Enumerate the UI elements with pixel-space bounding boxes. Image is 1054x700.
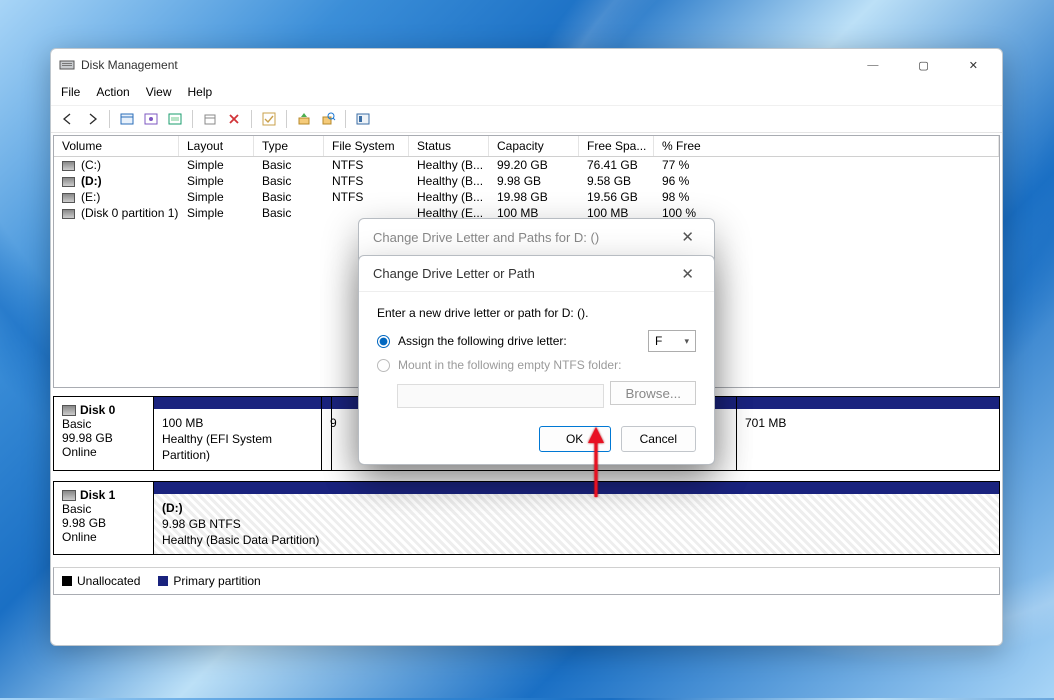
radio-assign-label: Assign the following drive letter:: [398, 334, 567, 348]
legend-primary: Primary partition: [173, 574, 260, 588]
menu-file[interactable]: File: [61, 85, 80, 99]
dialog-back-close-icon[interactable]: ✕: [675, 226, 700, 248]
toolbar-icon-1[interactable]: [118, 110, 136, 128]
window-title: Disk Management: [81, 58, 861, 72]
col-volume[interactable]: Volume: [54, 136, 179, 156]
dialog-change-letter: Change Drive Letter or Path ✕ Enter a ne…: [358, 255, 715, 465]
col-status[interactable]: Status: [409, 136, 489, 156]
radio-mount[interactable]: Mount in the following empty NTFS folder…: [377, 358, 696, 372]
dialog-close-icon[interactable]: ✕: [675, 263, 700, 285]
close-button[interactable]: ✕: [963, 55, 984, 76]
radio-assign[interactable]: Assign the following drive letter: F: [377, 330, 696, 352]
dialog-title: Change Drive Letter or Path: [373, 266, 535, 281]
col-free[interactable]: Free Spa...: [579, 136, 654, 156]
col-fs[interactable]: File System: [324, 136, 409, 156]
partition[interactable]: 100 MBHealthy (EFI System Partition): [154, 397, 322, 470]
table-header[interactable]: Volume Layout Type File System Status Ca…: [54, 136, 999, 157]
forward-icon[interactable]: [83, 110, 101, 128]
menubar: File Action View Help: [51, 81, 1002, 106]
back-icon[interactable]: [59, 110, 77, 128]
col-pct[interactable]: % Free: [654, 136, 999, 156]
dialog-prompt: Enter a new drive letter or path for D: …: [377, 306, 696, 320]
browse-button: Browse...: [610, 381, 696, 405]
table-row[interactable]: (E:)SimpleBasicNTFSHealthy (B...19.98 GB…: [54, 189, 999, 205]
toolbar-search-icon[interactable]: [319, 110, 337, 128]
col-capacity[interactable]: Capacity: [489, 136, 579, 156]
toolbar-icon-3[interactable]: [166, 110, 184, 128]
partition[interactable]: (D:)9.98 GB NTFSHealthy (Basic Data Part…: [154, 482, 999, 555]
col-layout[interactable]: Layout: [179, 136, 254, 156]
toolbar-up-icon[interactable]: [295, 110, 313, 128]
table-row[interactable]: (D:)SimpleBasicNTFSHealthy (B...9.98 GB9…: [54, 173, 999, 189]
legend-unallocated: Unallocated: [77, 574, 140, 588]
cancel-button[interactable]: Cancel: [621, 426, 696, 452]
radio-mount-label: Mount in the following empty NTFS folder…: [398, 358, 621, 372]
minimize-button[interactable]: —: [861, 55, 884, 76]
partition[interactable]: 701 MB: [737, 397, 999, 470]
app-icon: [59, 57, 75, 73]
toolbar-icon-2[interactable]: [142, 110, 160, 128]
toolbar-delete-icon[interactable]: [225, 110, 243, 128]
mount-path-input: [397, 384, 604, 408]
dialog-back-title: Change Drive Letter and Paths for D: (): [373, 230, 599, 245]
toolbar-icon-last[interactable]: [354, 110, 372, 128]
table-row[interactable]: (C:)SimpleBasicNTFSHealthy (B...99.20 GB…: [54, 157, 999, 173]
drive-letter-select[interactable]: F: [648, 330, 696, 352]
maximize-button[interactable]: ▢: [912, 55, 934, 76]
radio-assign-input[interactable]: [377, 335, 390, 348]
toolbar-icon-4[interactable]: [201, 110, 219, 128]
titlebar[interactable]: Disk Management — ▢ ✕: [51, 49, 1002, 81]
menu-view[interactable]: View: [146, 85, 172, 99]
partition[interactable]: 9: [322, 397, 332, 470]
legend: Unallocated Primary partition: [53, 567, 1000, 595]
radio-mount-input[interactable]: [377, 359, 390, 372]
annotation-arrow: [582, 425, 610, 504]
col-type[interactable]: Type: [254, 136, 324, 156]
menu-action[interactable]: Action: [96, 85, 129, 99]
toolbar: [51, 106, 1002, 133]
disk-row: Disk 1Basic9.98 GBOnline(D:)9.98 GB NTFS…: [53, 481, 1000, 556]
menu-help[interactable]: Help: [188, 85, 213, 99]
toolbar-check-icon[interactable]: [260, 110, 278, 128]
